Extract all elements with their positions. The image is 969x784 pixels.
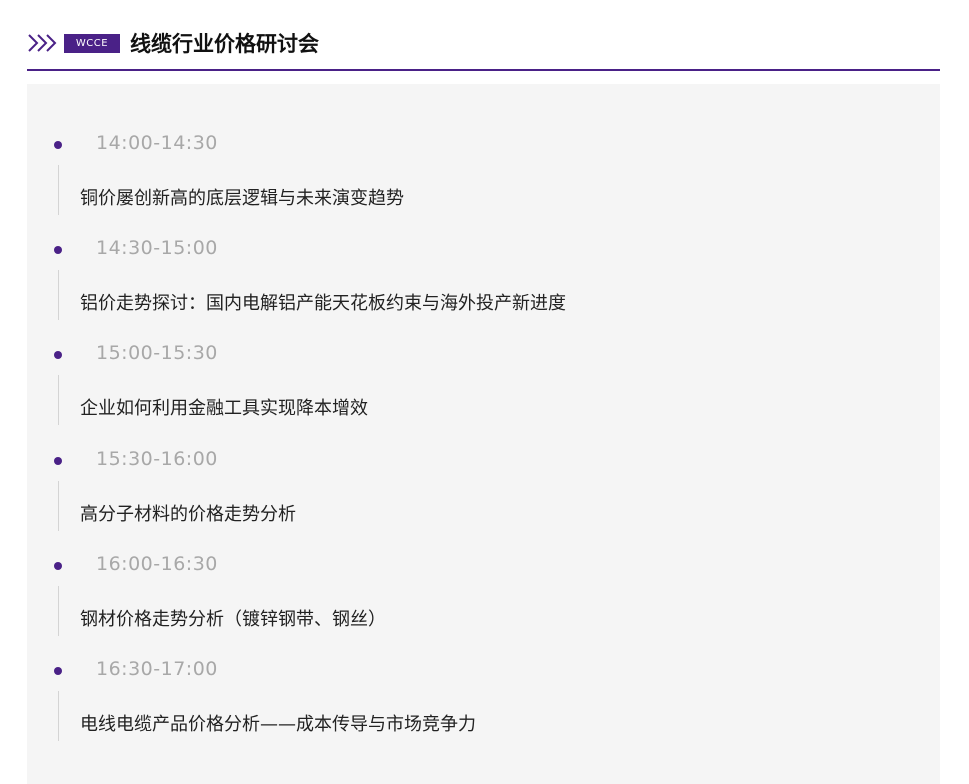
wcce-badge: WCCE — [64, 33, 120, 53]
section-header: WCCE 线缆行业价格研讨会 — [27, 28, 319, 58]
timeline-dot — [54, 351, 62, 359]
time-slot: 16:30-17:00 — [96, 658, 218, 680]
time-slot: 14:30-15:00 — [96, 237, 218, 259]
schedule-item: 15:00-15:30 企业如何利用金融工具实现降本增效 — [27, 294, 940, 425]
triple-chevron-icon — [28, 34, 57, 52]
timeline-dot — [54, 457, 62, 465]
schedule-item: 16:00-16:30 钢材价格走势分析（镀锌钢带、钢丝） — [27, 505, 940, 636]
time-slot: 14:00-14:30 — [96, 132, 218, 154]
schedule-item: 14:30-15:00 铝价走势探讨：国内电解铝产能天花板约束与海外投产新进度 — [27, 189, 940, 320]
schedule-item: 16:30-17:00 电线电缆产品价格分析——成本传导与市场竞争力 — [27, 610, 940, 741]
schedule-item: 14:00-14:30 铜价屡创新高的底层逻辑与未来演变趋势 — [27, 84, 940, 215]
schedule-item: 15:30-16:00 高分子材料的价格走势分析 — [27, 400, 940, 531]
time-slot: 15:30-16:00 — [96, 448, 218, 470]
timeline-dot — [54, 562, 62, 570]
timeline-dot — [54, 141, 62, 149]
header-divider — [27, 69, 940, 71]
timeline-line — [58, 691, 59, 741]
timeline-dot — [54, 246, 62, 254]
schedule-panel: 14:00-14:30 铜价屡创新高的底层逻辑与未来演变趋势 14:30-15:… — [27, 84, 940, 784]
timeline-dot — [54, 667, 62, 675]
page-title: 线缆行业价格研讨会 — [130, 32, 319, 56]
time-slot: 15:00-15:30 — [96, 342, 218, 364]
session-topic: 电线电缆产品价格分析——成本传导与市场竞争力 — [80, 714, 476, 735]
time-slot: 16:00-16:30 — [96, 553, 218, 575]
